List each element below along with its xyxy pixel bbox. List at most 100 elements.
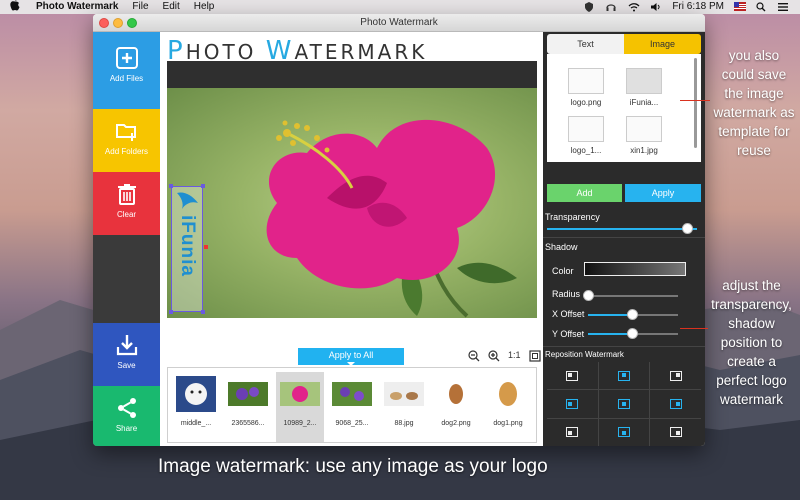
thumbnail-image [332,382,372,406]
radius-slider-knob[interactable] [583,290,594,301]
window-title: Photo Watermark [360,17,438,28]
reposition-grid [547,362,701,446]
add-folders-label: Add Folders [104,147,149,156]
preview-area: iFunia [167,61,537,318]
reposition-label: Reposition Watermark [545,350,624,359]
resize-handle-bl[interactable] [169,310,173,314]
position-middle-left[interactable] [547,390,598,418]
flag-icon[interactable] [734,2,746,12]
image-watermark-library: logo.png iFunia... logo_1... xin1.jpg [547,54,701,162]
position-bottom-center[interactable] [598,418,650,446]
thumbnail-item[interactable]: middle_... [172,372,220,442]
transparency-slider-knob[interactable] [682,223,693,234]
x-offset-slider-knob[interactable] [627,309,638,320]
shadow-color-label: Color [552,266,574,276]
notification-center-icon[interactable] [778,2,790,12]
library-item[interactable]: logo.png [561,68,611,107]
tab-image[interactable]: Image [624,34,701,54]
add-file-icon [115,47,138,69]
apply-watermark-button[interactable]: Apply [625,184,701,202]
thumbnail-image [488,376,528,412]
library-item[interactable]: xin1.jpg [619,116,669,155]
add-watermark-button[interactable]: Add [547,184,622,202]
fit-screen-icon[interactable] [528,350,541,362]
add-files-label: Add Files [109,74,144,83]
volume-icon[interactable] [650,2,662,12]
resize-handle-tr[interactable] [201,184,205,188]
thumbnail-image [384,382,424,406]
library-thumb [568,116,604,142]
menu-help[interactable]: Help [194,0,215,14]
trash-icon [117,184,136,205]
headset-icon[interactable] [606,2,618,12]
share-icon [117,398,136,418]
save-button[interactable]: Save [93,323,160,386]
position-top-right[interactable] [650,362,701,390]
x-offset-label: X Offset [552,309,585,319]
position-bottom-left[interactable] [547,418,598,446]
position-top-center[interactable] [598,362,650,390]
close-window-button[interactable] [99,18,109,28]
zoom-in-icon[interactable] [488,350,500,362]
thumbnail-image [436,376,476,412]
apple-menu-icon[interactable] [10,0,24,16]
thumbnail-item[interactable]: 88.jpg [380,372,428,442]
library-scrollbar[interactable] [694,58,697,148]
menu-app-name[interactable]: Photo Watermark [36,0,118,14]
menu-edit[interactable]: Edit [163,0,180,14]
y-offset-slider-knob[interactable] [627,328,638,339]
thumbnail-item[interactable]: dog1.png [484,372,532,442]
thumbnail-strip: middle_... 2365586... 10989_2... 9068_25… [167,367,537,443]
position-middle-right[interactable] [650,390,701,418]
radius-slider-track [588,295,678,297]
thumbnail-image [176,376,216,412]
position-bottom-right[interactable] [650,418,701,446]
transparency-slider-fill [547,228,697,230]
resize-handle-tl[interactable] [169,184,173,188]
menubar-clock[interactable]: Fri 6:18 PM [672,0,724,14]
watermark-logo-text: iFunia [177,215,198,277]
position-center[interactable] [598,390,650,418]
minimize-window-button[interactable] [113,18,123,28]
zoom-toolbar: 1:1 [468,350,541,362]
shadow-label: Shadow [545,242,578,252]
app-window: Photo Watermark Add Files Add Folders Cl… [93,14,705,446]
add-files-button[interactable]: Add Files [93,32,160,109]
transparency-label: Transparency [545,212,600,222]
rotate-handle[interactable] [204,245,208,249]
preview-photo[interactable]: iFunia [167,88,537,318]
actual-size-button[interactable]: 1:1 [508,350,521,362]
library-thumb [626,116,662,142]
right-settings-panel: Text Image logo.png iFunia... logo_1... … [543,32,705,446]
thumbnail-item[interactable]: 2365586... [224,372,272,442]
library-item-selected[interactable]: iFunia... [619,68,669,107]
shield-icon[interactable] [584,2,596,12]
share-label: Share [115,424,138,433]
thumbnail-item[interactable]: 9068_25... [328,372,376,442]
resize-handle-br[interactable] [201,310,205,314]
annotation-library-tip: you also could save the image watermark … [713,48,795,158]
thumbnail-item[interactable]: dog2.png [432,372,480,442]
shadow-color-picker[interactable] [584,262,686,276]
annotation-arrow-middle [680,328,708,329]
clear-button[interactable]: Clear [93,172,160,235]
share-button[interactable]: Share [93,386,160,446]
zoom-out-icon[interactable] [468,350,480,362]
thumbnail-item-selected[interactable]: 10989_2... [276,372,324,442]
window-titlebar[interactable]: Photo Watermark [93,14,705,32]
ifunia-bird-logo-icon [177,192,198,209]
annotation-shadow-tip: adjust the transparency, shadow position… [711,278,792,407]
apply-to-all-button[interactable]: Apply to All [298,348,404,366]
add-folders-button[interactable]: Add Folders [93,109,160,172]
section-divider [543,346,705,347]
position-top-left[interactable] [547,362,598,390]
library-item[interactable]: logo_1... [561,116,611,155]
zoom-window-button[interactable] [127,18,137,28]
watermark-overlay[interactable]: iFunia [169,184,208,314]
wifi-icon[interactable] [628,2,640,12]
download-save-icon [116,335,137,356]
thumbnail-image [280,382,320,406]
spotlight-icon[interactable] [756,2,768,12]
tab-text[interactable]: Text [547,34,624,54]
menu-file[interactable]: File [132,0,148,14]
